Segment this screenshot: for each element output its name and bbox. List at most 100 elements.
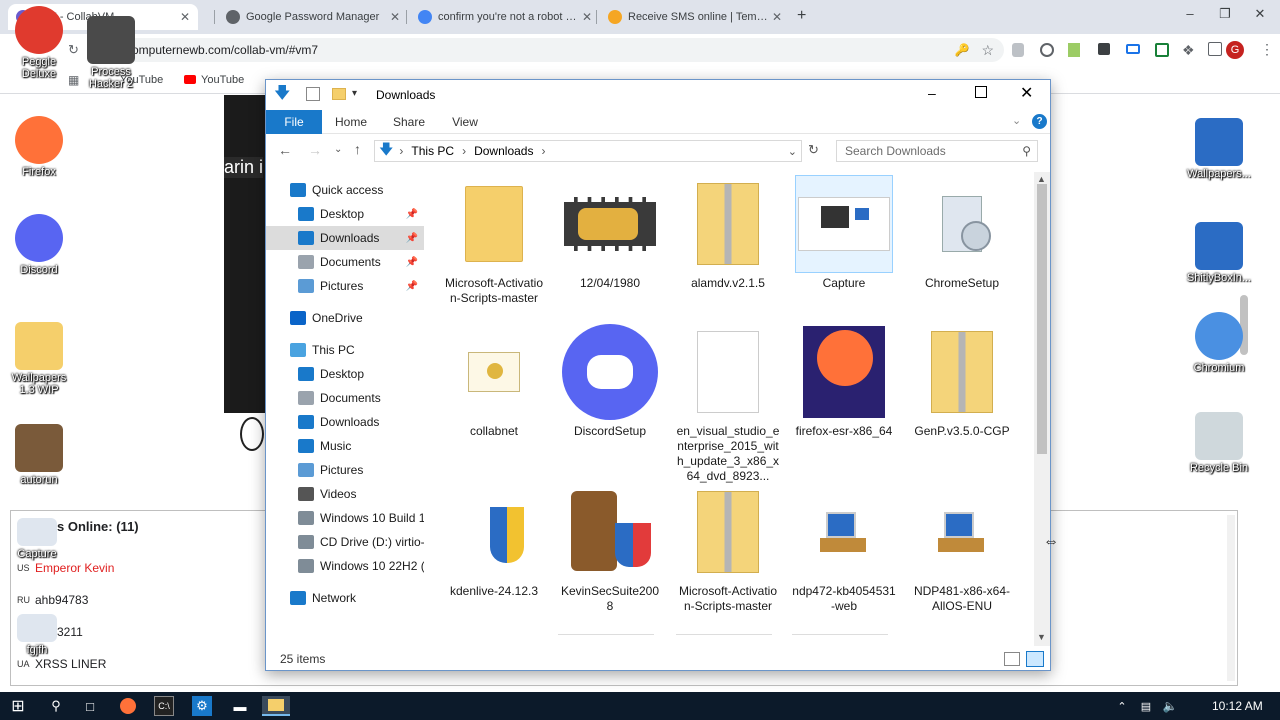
file-item[interactable]: alamdv.v2.1.5 (676, 176, 780, 291)
breadcrumb-downloads[interactable]: Downloads (474, 144, 533, 158)
quick-access-dropdown-icon[interactable]: ▾ (352, 88, 357, 99)
explorer-minimize-button[interactable]: – (928, 85, 936, 101)
tab-close-icon[interactable]: ✕ (390, 10, 400, 24)
properties-check-icon[interactable] (306, 87, 320, 101)
chat-user-row[interactable]: US Emperor Kevin (17, 561, 114, 575)
browser-tab-4[interactable]: Receive SMS online | Temporary ✕ (600, 4, 790, 30)
nav-item-documents[interactable]: Documents 📌 (266, 250, 424, 274)
chat-scrollbar[interactable] (1227, 515, 1235, 681)
large-icons-view-icon[interactable] (1026, 651, 1044, 667)
nav-item-cd-drive-d-virtio[interactable]: CD Drive (D:) virtio- (266, 530, 424, 554)
extension-cast-icon[interactable] (1126, 44, 1140, 54)
up-arrow-icon[interactable]: ↑ (354, 141, 361, 157)
desktop-icon-firefox[interactable]: Firefox (4, 116, 74, 178)
scroll-thumb[interactable] (1037, 184, 1047, 454)
chat-user-row[interactable]: RU ahb94783 (17, 593, 88, 607)
tab-view[interactable]: View (440, 110, 490, 134)
browser-maximize-button[interactable]: ❐ (1215, 6, 1235, 22)
desktop-icon-installer[interactable]: Wallpapers... (1184, 118, 1254, 180)
help-icon[interactable]: ? (1032, 114, 1047, 129)
chat-user-row[interactable]: UA XRSS LINER (17, 657, 106, 671)
chrome-menu-icon[interactable]: ⋮ (1260, 41, 1274, 58)
desktop-icon-autorun[interactable]: autorun (4, 424, 74, 486)
extension-sheet-icon[interactable] (1155, 43, 1169, 57)
nav-item-windows-10-22h2-i[interactable]: Windows 10 22H2 (I (266, 554, 424, 578)
file-item[interactable]: en_visual_studio_enterprise_2015_with_up… (676, 324, 780, 484)
password-key-icon[interactable]: 🔑 (954, 43, 969, 57)
forward-arrow-icon[interactable]: → (308, 142, 322, 158)
nav-item-this-pc[interactable]: This PC (266, 338, 424, 362)
tab-close-icon[interactable]: ✕ (180, 10, 190, 24)
nav-item-videos[interactable]: Videos (266, 482, 424, 506)
start-windows-icon[interactable]: ⊞ (8, 696, 28, 716)
app-taskbar-icon[interactable]: ▬ (230, 696, 250, 716)
nav-item-downloads[interactable]: Downloads 📌 (266, 226, 424, 250)
terminal-taskbar-icon[interactable]: C:\ (154, 696, 174, 716)
file-item[interactable]: NDP481-x86-x64-AllOS-ENU (910, 484, 1014, 614)
browser-tab-3[interactable]: confirm you're not a robot google ✕ (410, 4, 600, 30)
new-folder-icon[interactable] (332, 88, 346, 100)
tab-share[interactable]: Share (384, 110, 434, 134)
volume-tray-icon[interactable]: 🔈 (1160, 696, 1180, 716)
desktop-icon-folder[interactable]: Wallpapers 1.3 WIP (4, 322, 74, 396)
extension-box-icon[interactable] (1098, 43, 1110, 55)
browser-tab-2[interactable]: Google Password Manager ✕ (218, 4, 408, 30)
tab-close-icon[interactable]: ✕ (582, 10, 592, 24)
tab-file[interactable]: File (266, 110, 322, 134)
file-item[interactable]: Microsoft-Activation-Scripts-master (676, 484, 780, 614)
extensions-puzzle-icon[interactable]: ❖ (1182, 42, 1195, 59)
file-item[interactable]: 12/04/1980 (558, 176, 662, 291)
nav-item-downloads[interactable]: Downloads (266, 410, 424, 434)
scroll-up-icon[interactable]: ▲ (1037, 174, 1046, 184)
nav-item-pictures[interactable]: Pictures (266, 458, 424, 482)
file-item[interactable]: ChromeSetup (910, 176, 1014, 291)
search-icon[interactable]: ⚲ (46, 696, 66, 716)
refresh-icon[interactable]: ↻ (808, 142, 819, 158)
file-item[interactable]: DiscordSetup (558, 324, 662, 439)
details-view-icon[interactable] (1004, 652, 1020, 666)
desktop-icon-recycle-bin[interactable]: Recycle Bin (1184, 412, 1254, 474)
expand-ribbon-icon[interactable]: ⌄ (1012, 114, 1021, 127)
explorer-maximize-button[interactable] (975, 86, 987, 98)
tray-overflow-icon[interactable]: ⌃ (1112, 696, 1132, 716)
task-view-icon[interactable]: □ (80, 696, 100, 716)
extension-bottle-icon[interactable] (1068, 43, 1080, 57)
nav-item-quick-access[interactable]: Quick access (266, 178, 424, 202)
address-dropdown-icon[interactable]: ⌄ (788, 145, 797, 158)
back-arrow-icon[interactable]: ← (278, 142, 292, 158)
pin-icon[interactable]: 📌 (406, 281, 418, 292)
browser-close-button[interactable]: ✕ (1250, 6, 1270, 22)
taskbar-clock[interactable]: 10:12 AM (1212, 699, 1263, 713)
browser-minimize-button[interactable]: – (1180, 6, 1200, 21)
pin-icon[interactable]: 📌 (406, 233, 418, 244)
file-item[interactable]: collabnet (442, 324, 546, 439)
nav-item-onedrive[interactable]: OneDrive (266, 306, 424, 330)
recent-locations-icon[interactable]: ⌄ (334, 144, 342, 155)
new-tab-button[interactable]: + (797, 7, 806, 25)
tab-close-icon[interactable]: ✕ (772, 10, 782, 24)
desktop-icon-capture[interactable]: fgjfh (2, 614, 72, 656)
file-item-partial[interactable] (792, 634, 888, 648)
nav-item-network[interactable]: Network (266, 586, 424, 610)
search-icon[interactable]: ⚲ (1022, 144, 1031, 158)
pin-icon[interactable]: 📌 (406, 209, 418, 220)
firefox-taskbar-icon[interactable] (118, 696, 138, 716)
explorer-taskbar-icon[interactable] (262, 696, 290, 716)
nav-item-music[interactable]: Music (266, 434, 424, 458)
address-bar[interactable]: computernewb.com/collab-vm/#vm7 🔑 ☆ (104, 38, 1004, 62)
extension-shield-icon[interactable] (1012, 43, 1024, 57)
side-panel-icon[interactable] (1208, 42, 1222, 56)
nav-item-pictures[interactable]: Pictures 📌 (266, 274, 424, 298)
profile-avatar[interactable]: G (1226, 41, 1244, 59)
file-item[interactable]: ndp472-kb4054531-web (792, 484, 896, 614)
desktop-icon-virtualbox[interactable]: ShitlyBoxIn... (1184, 222, 1254, 284)
file-item[interactable]: firefox-esr-x86_64 (792, 324, 896, 439)
bookmark-youtube-2[interactable]: YouTube (201, 74, 244, 86)
extension-icon[interactable] (1040, 43, 1054, 57)
explorer-titlebar[interactable]: 🡇 ▾ Downloads – ✕ (266, 80, 1050, 110)
file-item[interactable]: Microsoft-Activation-Scripts-master (442, 176, 546, 306)
desktop-icon-peggle[interactable]: Peggle Deluxe (4, 6, 74, 80)
file-item[interactable]: KevinSecSuite2008 (558, 484, 662, 614)
search-downloads-input[interactable]: Search Downloads ⚲ (836, 140, 1038, 162)
nav-item-windows-10-build-1[interactable]: Windows 10 Build 1 (266, 506, 424, 530)
